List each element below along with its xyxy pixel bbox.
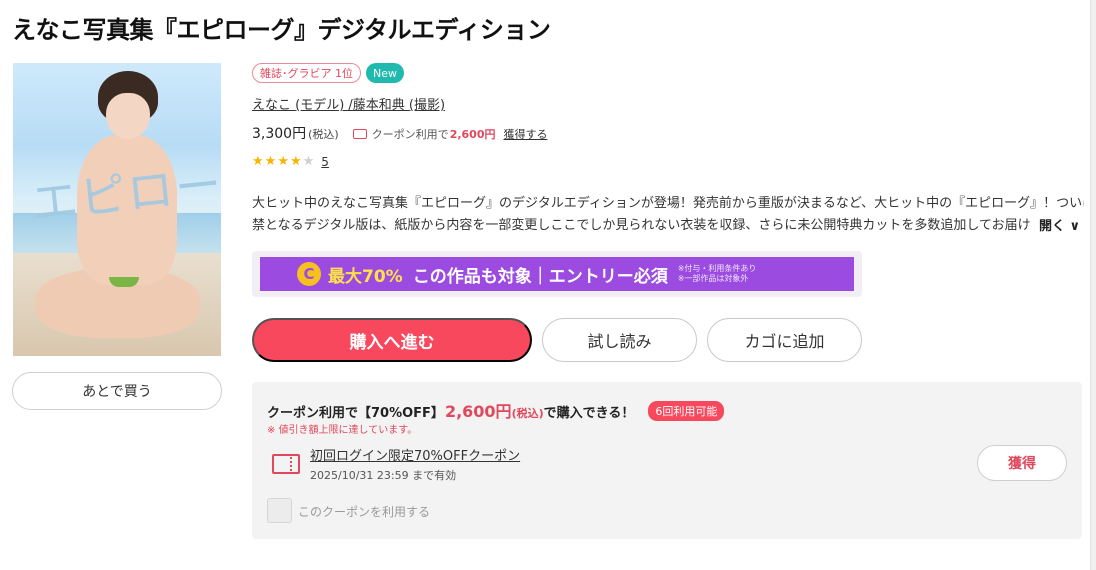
- trial-read-button[interactable]: 試し読み: [542, 318, 697, 362]
- banner-note-line: ※一部作品は対象外: [677, 274, 749, 283]
- coupon-heading-price: 2,600円: [444, 402, 512, 421]
- banner-note: ※付与・利用条件あり ※一部作品は対象外: [678, 264, 757, 284]
- add-to-cart-button[interactable]: カゴに追加: [707, 318, 862, 362]
- star-icon: ★: [264, 154, 277, 169]
- campaign-banner-inner: C 最大70% この作品も対象｜エントリー必須 ※付与・利用条件あり ※一部作品…: [260, 257, 854, 291]
- get-coupon-button[interactable]: 獲得: [977, 445, 1067, 481]
- coupon-name-link[interactable]: 初回ログイン限定70%OFFクーポン: [310, 445, 520, 464]
- rating-stars: ★ ★ ★ ★ ★: [252, 155, 314, 169]
- price: 3,300円: [252, 126, 307, 142]
- author-link[interactable]: えなこ (モデル) /藤本和典 (撮影): [252, 94, 445, 113]
- coupon-heading-tax: (税込): [511, 407, 544, 420]
- discount-limit-note: ※ 値引き額上限に達しています。: [267, 425, 418, 436]
- review-count-link[interactable]: 5: [321, 155, 329, 169]
- coupon-panel: クーポン利用で【70%OFF】 2,600円 (税込) で購入できる！ 6回利用…: [252, 382, 1082, 539]
- price-tax: (税込): [308, 128, 339, 141]
- buy-button[interactable]: 購入へ進む: [252, 318, 532, 362]
- rank-badge[interactable]: 雑誌･グラビア 1位: [252, 63, 361, 83]
- star-icon: ★: [302, 154, 315, 169]
- campaign-banner[interactable]: C 最大70% この作品も対象｜エントリー必須 ※付与・利用条件あり ※一部作品…: [252, 251, 862, 297]
- coin-icon: C: [297, 262, 321, 286]
- description-line: 大ヒット中のえなこ写真集『エピローグ』のデジタルエディションが登場！発売前から重…: [252, 196, 1084, 211]
- use-coupon-checkbox[interactable]: [267, 498, 292, 523]
- expand-description-button[interactable]: 開く ∨: [1030, 215, 1086, 237]
- product-description: 大ヒット中のえなこ写真集『エピローグ』のデジタルエディションが登場！発売前から重…: [252, 193, 1084, 237]
- use-coupon-label: このクーポンを利用する: [298, 505, 431, 519]
- buy-later-button[interactable]: あとで買う: [12, 372, 222, 410]
- usage-count-badge: 6回利用可能: [648, 401, 725, 421]
- coupon-heading-prefix: クーポン利用で【70%OFF】: [267, 406, 444, 421]
- star-icon: ★: [252, 154, 264, 169]
- banner-note-line: ※付与・利用条件あり: [677, 264, 757, 273]
- star-icon: ★: [277, 154, 289, 169]
- scrollbar[interactable]: [1090, 0, 1096, 570]
- product-cover-image[interactable]: エピローグ: [13, 63, 221, 356]
- coupon-icon: [352, 129, 367, 139]
- banner-percent: 最大70%: [328, 266, 403, 287]
- star-icon: ★: [289, 154, 302, 169]
- product-tags: 雑誌･グラビア 1位 New: [252, 63, 404, 83]
- coupon-panel-heading: クーポン利用で【70%OFF】 2,600円 (税込) で購入できる！ 6回利用…: [267, 398, 725, 423]
- coupon-get-link[interactable]: 獲得する: [503, 126, 547, 142]
- cover-figure-face: [106, 93, 150, 139]
- coupon-heading-suffix: で購入できる！: [543, 406, 635, 421]
- price-row: 3,300円 (税込) クーポン利用で 2,600円 獲得する: [252, 123, 547, 143]
- banner-text: この作品も対象｜エントリー必須: [412, 266, 668, 287]
- description-line: 禁となるデジタル版は、紙版から内容を一部変更しここでしか見られない衣装を収録、さ…: [252, 218, 1031, 233]
- coupon-price: 2,600円: [449, 128, 496, 141]
- product-title: えなこ写真集『エピローグ』デジタルエディション: [12, 16, 551, 44]
- ticket-icon: [272, 454, 300, 474]
- new-badge: New: [366, 63, 404, 83]
- coupon-expiry: 2025/10/31 23:59 まで有効: [310, 469, 457, 482]
- rating: ★ ★ ★ ★ ★ 5: [252, 155, 329, 170]
- coupon-prefix: クーポン利用で: [371, 128, 449, 141]
